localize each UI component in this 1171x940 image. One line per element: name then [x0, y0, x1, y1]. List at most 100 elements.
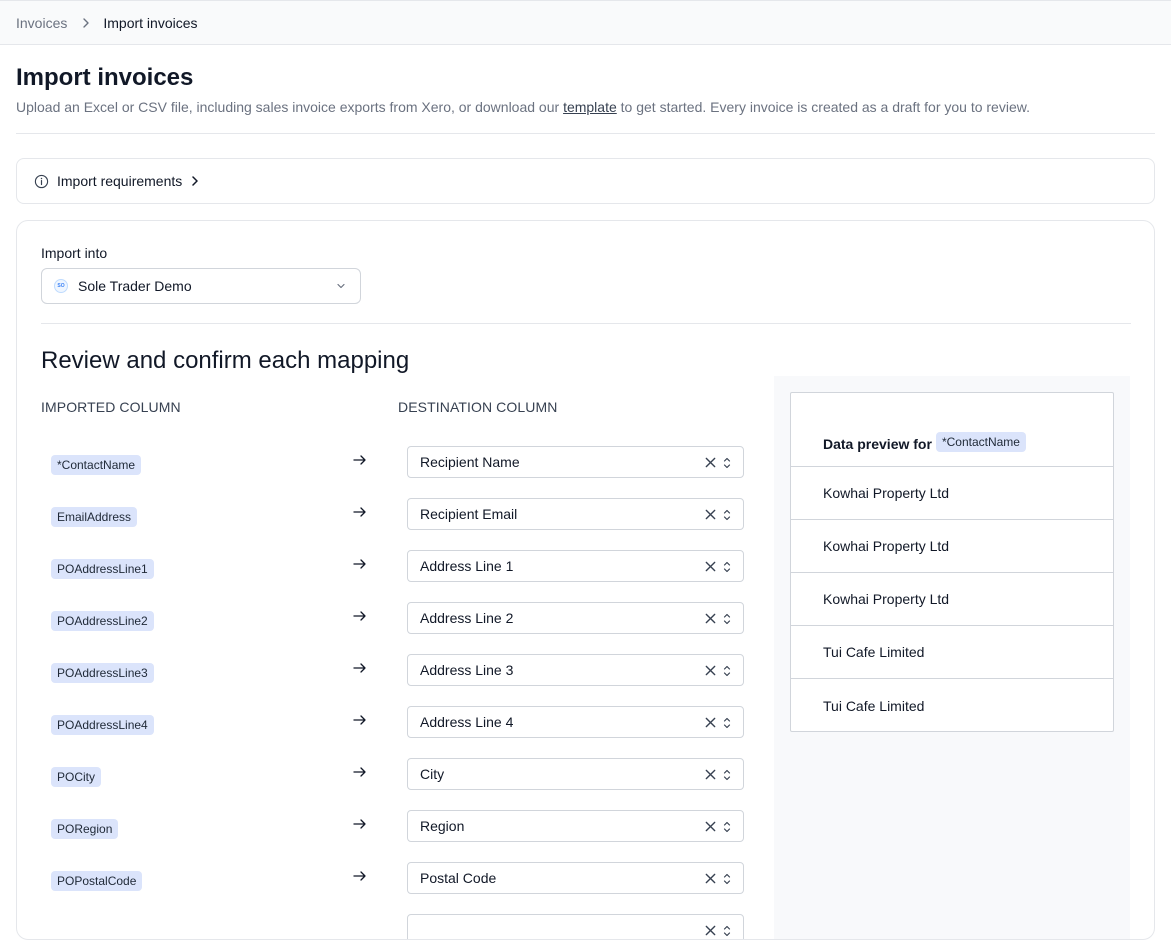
destination-column-value: Address Line 1 [420, 558, 514, 574]
arrow-right-icon [352, 712, 368, 728]
imported-column-chip: POAddressLine1 [51, 559, 154, 579]
mapping-row: POAddressLine4 Address Line 4 [17, 706, 757, 740]
destination-column-value: Address Line 2 [420, 610, 514, 626]
arrow-right-icon [352, 556, 368, 572]
clear-icon[interactable] [704, 820, 717, 833]
arrow-right-icon [352, 452, 368, 468]
info-icon [34, 174, 49, 189]
data-preview-row: Kowhai Property Ltd [791, 520, 1113, 573]
destination-column-select[interactable]: Address Line 3 [407, 654, 744, 686]
destination-column-value: Address Line 4 [420, 714, 514, 730]
divider [16, 133, 1155, 134]
organisation-select[interactable]: SO Sole Trader Demo [41, 268, 361, 304]
import-requirements-label: Import requirements [57, 173, 183, 189]
chevron-up-down-icon [722, 456, 732, 470]
destination-column-value: Address Line 3 [420, 662, 514, 678]
destination-column-select[interactable]: Recipient Email [407, 498, 744, 530]
clear-icon[interactable] [704, 508, 717, 521]
imported-column-chip: POAddressLine4 [51, 715, 154, 735]
org-avatar: SO [54, 279, 68, 293]
import-into-label: Import into [41, 245, 108, 261]
divider [41, 323, 1131, 324]
breadcrumb-current: Import invoices [103, 14, 198, 31]
page-title: Import invoices [16, 64, 194, 91]
imported-column-chip: EmailAddress [51, 507, 138, 527]
data-preview-column-chip: *ContactName [935, 432, 1026, 452]
destination-column-value: Postal Code [420, 870, 497, 886]
destination-column-select[interactable]: Address Line 2 [407, 602, 744, 634]
import-requirements-toggle[interactable]: Import requirements [16, 158, 1155, 204]
clear-icon[interactable] [704, 872, 717, 885]
data-preview-card: Data preview for *ContactName Kowhai Pro… [790, 392, 1114, 732]
chevron-up-down-icon [722, 768, 732, 782]
imported-column-chip: *ContactName [51, 455, 142, 475]
chevron-down-icon [336, 281, 346, 291]
data-preview-header: Data preview for *ContactName [791, 393, 1113, 467]
chevron-up-down-icon [722, 872, 732, 886]
template-link[interactable]: template [563, 99, 617, 115]
arrow-right-icon [352, 868, 368, 884]
arrow-right-icon [352, 608, 368, 624]
description-text-end: to get started. Every invoice is created… [616, 99, 1030, 115]
description-text-start: Upload an Excel or CSV file, including s… [16, 99, 564, 115]
imported-column-chip: PORegion [51, 819, 119, 839]
mapping-row: *ContactName Recipient Name [17, 446, 757, 480]
destination-column-select[interactable] [407, 914, 744, 939]
data-preview-row: Tui Cafe Limited [823, 697, 925, 714]
chevron-up-down-icon [722, 508, 732, 522]
chevron-up-down-icon [722, 820, 732, 834]
mapping-row: POAddressLine2 Address Line 2 [17, 602, 757, 636]
data-preview-row: Kowhai Property Ltd [791, 573, 1113, 626]
destination-column-value: Recipient Email [420, 506, 518, 522]
clear-icon[interactable] [704, 456, 717, 469]
mapping-row: POAddressLine1 Address Line 1 [17, 550, 757, 584]
imported-column-chip: POPostalCode [51, 871, 143, 891]
destination-column-value: Region [420, 818, 465, 834]
import-card: Import into SO Sole Trader Demo Review a… [16, 220, 1155, 940]
arrow-right-icon [352, 816, 368, 832]
clear-icon[interactable] [704, 560, 717, 573]
chevron-up-down-icon [722, 924, 732, 938]
page-description: Upload an Excel or CSV file, including s… [16, 99, 1030, 115]
mapping-row: POPostalCode Postal Code [17, 862, 757, 896]
chevron-right-icon [81, 17, 91, 28]
imported-column-chip: POAddressLine2 [51, 611, 154, 631]
arrow-right-icon [352, 660, 368, 676]
imported-column-header: IMPORTED COLUMN [41, 399, 181, 415]
chevron-up-down-icon [722, 612, 732, 626]
chevron-up-down-icon [722, 716, 732, 730]
mapping-row: EmailAddress Recipient Email [17, 498, 757, 532]
breadcrumb-invoices-link[interactable]: Invoices [16, 15, 67, 31]
mapping-row: PORegion Region [17, 810, 757, 844]
data-preview-row: Tui Cafe Limited [791, 626, 1113, 679]
destination-column-select[interactable]: Recipient Name [407, 446, 744, 478]
destination-column-value: City [420, 766, 445, 782]
clear-icon[interactable] [704, 612, 717, 625]
destination-column-select[interactable]: Address Line 1 [407, 550, 744, 582]
clear-icon[interactable] [704, 924, 717, 937]
chevron-right-icon [190, 176, 200, 186]
breadcrumb-bar: Invoices Import invoices [0, 0, 1171, 45]
arrow-right-icon [352, 504, 368, 520]
clear-icon[interactable] [704, 768, 717, 781]
data-preview-row: Kowhai Property Ltd [791, 467, 1113, 520]
imported-column-chip: POCity [51, 767, 102, 787]
data-preview-title: Data preview for [823, 436, 932, 452]
destination-column-select[interactable]: City [407, 758, 744, 790]
destination-column-select[interactable]: Address Line 4 [407, 706, 744, 738]
data-preview-panel: Data preview for *ContactName Kowhai Pro… [774, 376, 1130, 939]
clear-icon[interactable] [704, 664, 717, 677]
chevron-up-down-icon [722, 560, 732, 574]
data-preview-rows: Kowhai Property Ltd Kowhai Property Ltd Ko… [791, 467, 1113, 732]
mapping-row: POAddressLine3 Address Line 3 [17, 654, 757, 688]
imported-column-chip: POAddressLine3 [51, 663, 154, 683]
destination-column-header: DESTINATION COLUMN [398, 399, 558, 415]
mapping-row [17, 914, 757, 939]
arrow-right-icon [352, 764, 368, 780]
chevron-up-down-icon [722, 664, 732, 678]
destination-column-value: Recipient Name [420, 454, 520, 470]
destination-column-select[interactable]: Postal Code [407, 862, 744, 894]
clear-icon[interactable] [704, 716, 717, 729]
destination-column-select[interactable]: Region [407, 810, 744, 842]
organisation-select-value: Sole Trader Demo [78, 278, 192, 294]
